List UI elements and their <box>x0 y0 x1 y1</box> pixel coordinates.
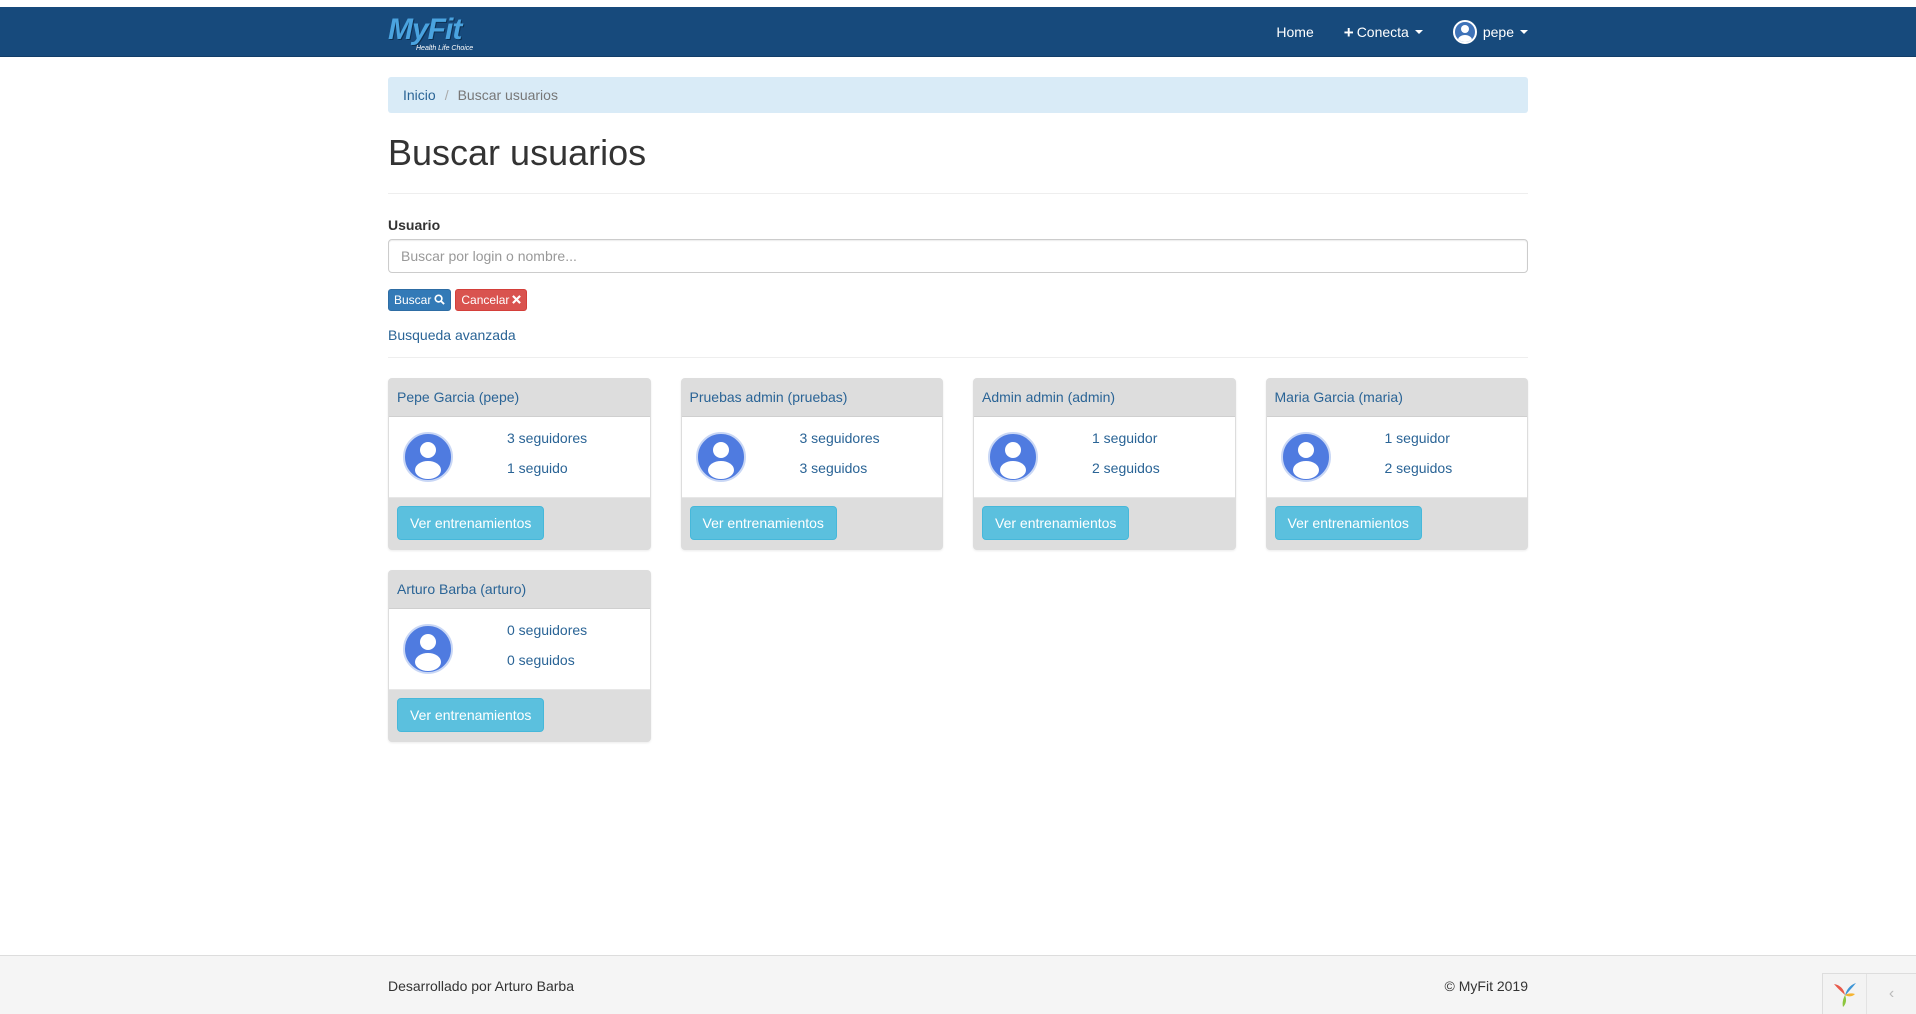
user-avatar-icon[interactable] <box>695 431 746 482</box>
nav-home[interactable]: Home <box>1261 7 1328 57</box>
main-content: Inicio / Buscar usuarios Buscar usuarios… <box>388 77 1528 762</box>
view-workouts-button[interactable]: Ver entrenamientos <box>689 505 837 540</box>
user-avatar-icon[interactable] <box>403 431 453 482</box>
following-link[interactable]: 2 seguidos <box>1385 460 1453 476</box>
user-card: Pepe Garcia (pepe) 3 seguidores 1 seguid… <box>388 377 651 550</box>
user-avatar-icon <box>1452 20 1477 44</box>
user-card-footer: Ver entrenamientos <box>974 496 1235 549</box>
user-card: Admin admin (admin) 1 seguidor 2 seguido… <box>973 377 1236 550</box>
following-link[interactable]: 3 seguidos <box>800 460 868 476</box>
breadcrumb: Inicio / Buscar usuarios <box>388 77 1528 113</box>
user-card-body: 1 seguidor 2 seguidos <box>974 416 1235 497</box>
view-workouts-button[interactable]: Ver entrenamientos <box>397 505 545 540</box>
following-link[interactable]: 2 seguidos <box>1092 460 1160 476</box>
user-card: Arturo Barba (arturo) 0 seguidores 0 seg… <box>388 569 651 742</box>
divider <box>388 192 1528 194</box>
followers-link[interactable]: 3 seguidores <box>800 430 880 446</box>
followers-link[interactable]: 0 seguidores <box>507 622 587 638</box>
user-card-column: Pepe Garcia (pepe) 3 seguidores 1 seguid… <box>373 377 666 550</box>
page-footer: Desarrollado por Arturo Barba © MyFit 20… <box>0 955 1916 1014</box>
user-cards-grid: Pepe Garcia (pepe) 3 seguidores 1 seguid… <box>373 377 1544 762</box>
nav-home-label: Home <box>1276 24 1314 40</box>
search-button[interactable]: Buscar <box>388 288 452 311</box>
nav-conecta-dropdown[interactable]: + Conecta <box>1329 7 1438 57</box>
user-card-footer: Ver entrenamientos <box>1266 496 1527 549</box>
view-workouts-button[interactable]: Ver entrenamientos <box>397 697 545 732</box>
user-card-header: Arturo Barba (arturo) <box>389 570 650 609</box>
user-card-body: 0 seguidores 0 seguidos <box>389 608 650 689</box>
nav-menu: Home + Conecta pepe <box>1261 7 1528 57</box>
following-link[interactable]: 0 seguidos <box>507 652 575 668</box>
page-title: Buscar usuarios <box>388 132 647 173</box>
user-card-column: Maria Garcia (maria) 1 seguidor 2 seguid… <box>1251 377 1544 550</box>
user-name-link[interactable]: Arturo Barba (arturo) <box>397 581 526 597</box>
followers-link[interactable]: 3 seguidores <box>507 430 587 446</box>
footer-credits: Desarrollado por Arturo Barba <box>388 977 574 994</box>
followers-link[interactable]: 1 seguidor <box>1385 430 1450 446</box>
user-card-column: Pruebas admin (pruebas) 3 seguidores 3 s… <box>666 377 959 550</box>
top-strip <box>0 0 1916 7</box>
search-label: Usuario <box>388 216 441 233</box>
user-name-link[interactable]: Pruebas admin (pruebas) <box>690 389 848 405</box>
nav-user-dropdown[interactable]: pepe <box>1438 7 1528 57</box>
divider <box>388 356 1528 358</box>
close-icon <box>512 295 522 304</box>
user-card-header: Maria Garcia (maria) <box>1266 378 1527 417</box>
advanced-search-link[interactable]: Busqueda avanzada <box>388 327 1528 343</box>
search-input[interactable] <box>388 238 1528 273</box>
breadcrumb-current: Buscar usuarios <box>457 87 558 103</box>
cancel-button-label: Cancelar <box>461 292 510 307</box>
search-actions: Buscar Cancelar <box>388 288 1528 311</box>
plus-icon: + <box>1343 22 1354 42</box>
toolbar-collapse-icon[interactable]: ‹ <box>1867 985 1916 1003</box>
user-avatar-icon[interactable] <box>403 623 453 674</box>
debug-toolbar[interactable]: ‹ <box>1822 973 1916 1014</box>
breadcrumb-home-link[interactable]: Inicio <box>403 87 436 103</box>
view-workouts-button[interactable]: Ver entrenamientos <box>1274 505 1422 540</box>
breadcrumb-separator: / <box>444 87 449 103</box>
view-workouts-button[interactable]: Ver entrenamientos <box>982 505 1130 540</box>
user-card-column: Arturo Barba (arturo) 0 seguidores 0 seg… <box>373 569 666 742</box>
user-card-header: Admin admin (admin) <box>974 378 1235 417</box>
user-card-header: Pepe Garcia (pepe) <box>389 378 650 417</box>
brand-tagline: Health Life Choice <box>416 45 474 52</box>
user-card-footer: Ver entrenamientos <box>389 688 650 741</box>
user-name-link[interactable]: Maria Garcia (maria) <box>1275 389 1403 405</box>
user-card: Pruebas admin (pruebas) 3 seguidores 3 s… <box>680 377 943 550</box>
navbar: MyFit Health Life Choice Home + Conecta … <box>0 7 1916 57</box>
brand-name: MyFit <box>388 13 462 46</box>
search-icon <box>434 294 446 305</box>
cancel-button[interactable]: Cancelar <box>455 288 528 311</box>
following-link[interactable]: 1 seguido <box>507 460 568 476</box>
user-avatar-icon[interactable] <box>1280 431 1331 482</box>
followers-link[interactable]: 1 seguidor <box>1092 430 1157 446</box>
caret-down-icon <box>1414 30 1423 34</box>
yii-logo-icon[interactable] <box>1823 974 1867 1014</box>
user-card-column: Admin admin (admin) 1 seguidor 2 seguido… <box>958 377 1251 550</box>
footer-copyright: © MyFit 2019 <box>1444 977 1528 994</box>
user-card-header: Pruebas admin (pruebas) <box>681 378 942 417</box>
nav-user-label: pepe <box>1482 24 1514 40</box>
user-card-body: 3 seguidores 3 seguidos <box>681 416 942 497</box>
user-name-link[interactable]: Admin admin (admin) <box>982 389 1115 405</box>
nav-conecta-label: Conecta <box>1356 24 1409 40</box>
user-card-body: 3 seguidores 1 seguido <box>389 416 650 497</box>
search-button-label: Buscar <box>394 292 432 307</box>
user-card-body: 1 seguidor 2 seguidos <box>1266 416 1527 497</box>
caret-down-icon <box>1520 30 1528 34</box>
user-card: Maria Garcia (maria) 1 seguidor 2 seguid… <box>1265 377 1528 550</box>
user-card-footer: Ver entrenamientos <box>389 496 650 549</box>
brand-logo[interactable]: MyFit Health Life Choice <box>388 7 473 57</box>
user-name-link[interactable]: Pepe Garcia (pepe) <box>397 389 519 405</box>
user-card-footer: Ver entrenamientos <box>681 496 942 549</box>
user-avatar-icon[interactable] <box>988 431 1038 482</box>
